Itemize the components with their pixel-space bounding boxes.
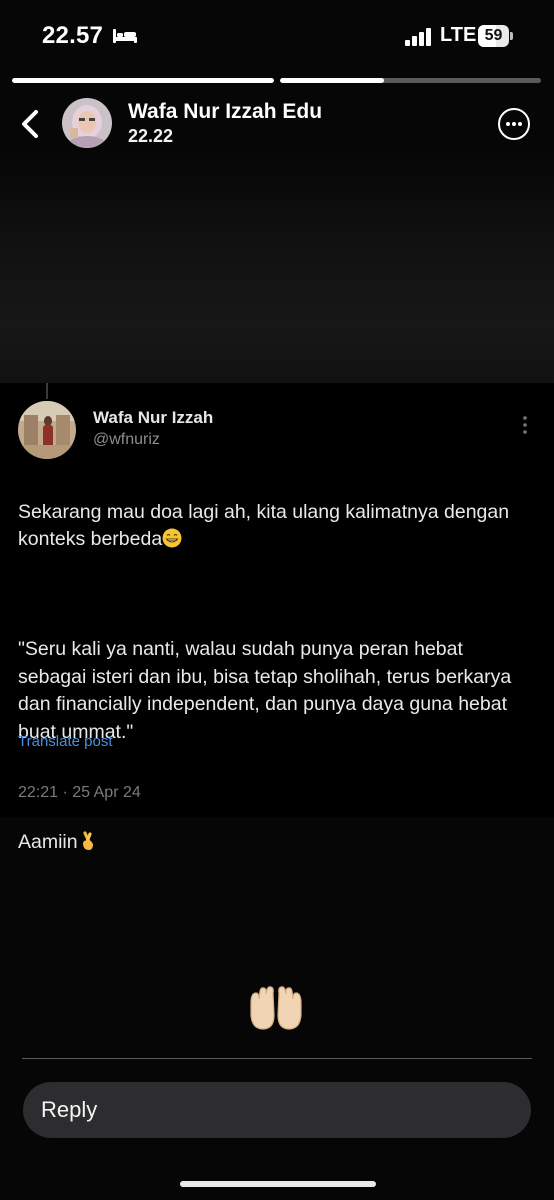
back-arrow-icon[interactable] (14, 104, 50, 144)
tweet-paragraph-3: Aamiin (18, 829, 533, 857)
author-avatar[interactable] (62, 98, 112, 148)
story-author-name[interactable]: Wafa Nur Izzah Edu (128, 100, 322, 124)
battery-level: 59 (484, 27, 503, 44)
tweet-more-icon[interactable] (518, 415, 532, 435)
embedded-tweet-card[interactable]: Wafa Nur Izzah @wfnuriz Sekarang mau doa… (0, 383, 554, 853)
story-progress-2 (280, 78, 541, 83)
reply-input[interactable] (23, 1082, 531, 1138)
tweet-paragraph-2: "Seru kali ya nanti, walau sudah punya p… (18, 638, 512, 743)
reply-divider (22, 1058, 532, 1059)
tweet-handle[interactable]: @wfnuriz (93, 431, 160, 449)
tweet-display-name[interactable]: Wafa Nur Izzah (93, 408, 213, 428)
tweet-paragraph-1: Sekarang mau doa lagi ah, kita ulang kal… (18, 500, 510, 551)
bed-icon (113, 29, 137, 43)
home-indicator[interactable] (180, 1181, 376, 1187)
story-progress-1 (12, 78, 274, 83)
network-type: LTE (440, 24, 477, 46)
thread-line (46, 383, 48, 399)
translate-post-link[interactable]: Translate post (18, 733, 113, 750)
battery-icon: 59 (478, 25, 514, 47)
story-timestamp: 22.22 (128, 126, 174, 146)
palms-up-together-emoji (250, 986, 302, 1030)
signal-icon (405, 28, 431, 46)
more-options-icon[interactable] (498, 108, 530, 140)
tweet-date[interactable]: 22:21 · 25 Apr 24 (18, 784, 141, 802)
grinning-face-emoji (162, 528, 182, 548)
status-time: 22.57 (42, 22, 104, 49)
tweet-avatar[interactable] (18, 401, 76, 459)
tweet-body: Sekarang mau doa lagi ah, kita ulang kal… (18, 471, 533, 884)
crossed-fingers-emoji (82, 830, 93, 850)
